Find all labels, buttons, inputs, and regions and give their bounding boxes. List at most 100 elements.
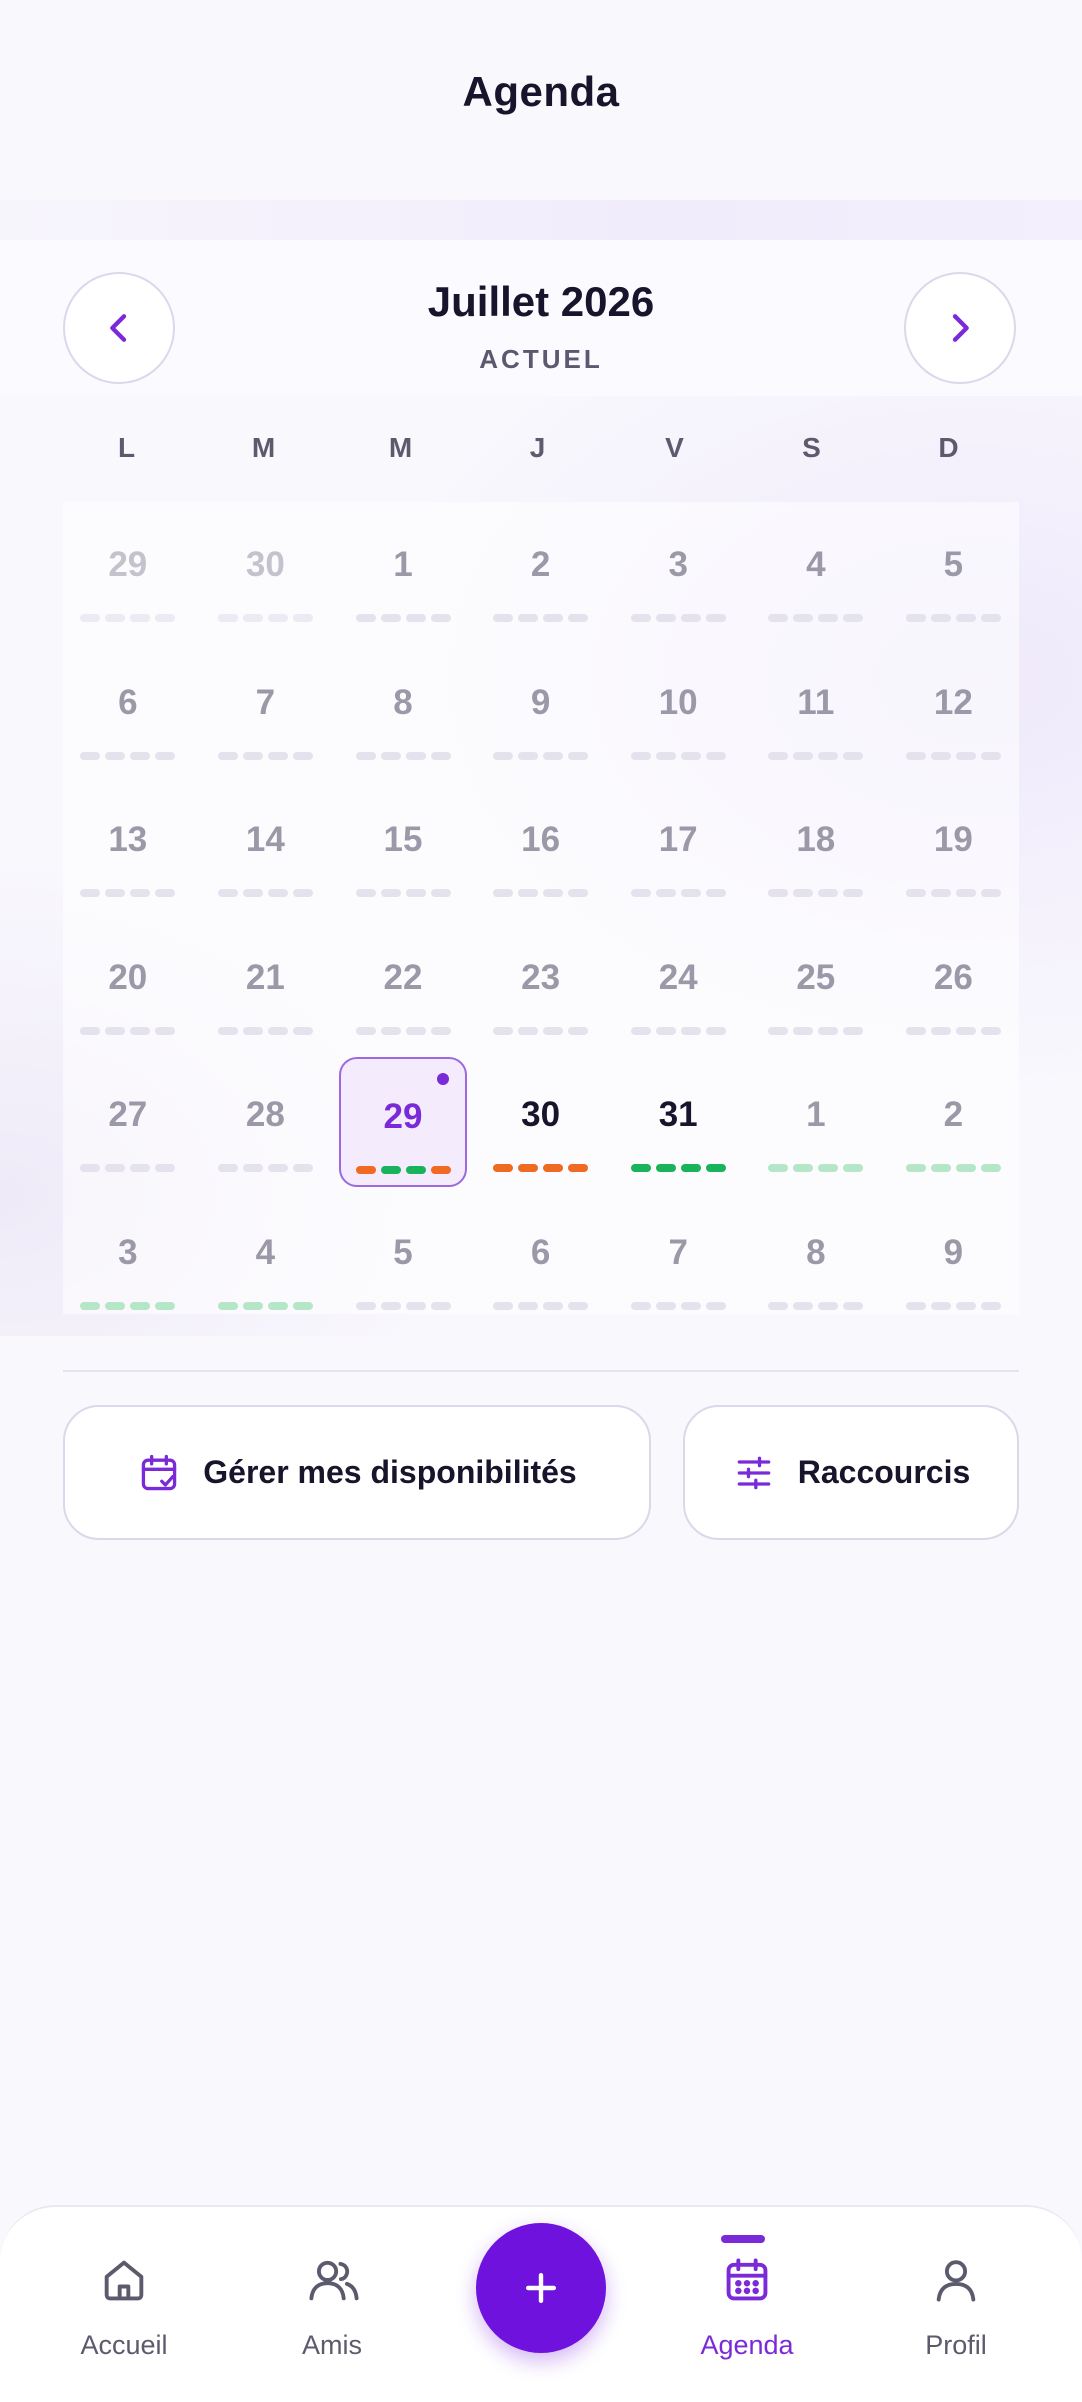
calendar-day[interactable]: 16 bbox=[477, 782, 605, 912]
calendar-day[interactable]: 8 bbox=[339, 645, 467, 775]
availability-slot bbox=[793, 889, 814, 897]
chevron-right-icon bbox=[952, 314, 969, 342]
calendar-day[interactable]: 15 bbox=[339, 782, 467, 912]
calendar-day[interactable]: 9 bbox=[477, 645, 605, 775]
availability-slot bbox=[380, 1026, 401, 1035]
availability-slot bbox=[568, 751, 589, 760]
availability-slots bbox=[201, 889, 329, 897]
availability-slot bbox=[905, 751, 926, 760]
availability-slot bbox=[843, 1026, 864, 1035]
weekday-label: L bbox=[117, 432, 136, 463]
next-month-button[interactable] bbox=[904, 272, 1016, 384]
availability-slot bbox=[630, 1026, 651, 1035]
calendar-day[interactable]: 20 bbox=[64, 920, 192, 1050]
calendar-day[interactable]: 6 bbox=[477, 1195, 605, 1325]
calendar-day[interactable]: 26 bbox=[889, 920, 1017, 1050]
calendar-day[interactable]: 3 bbox=[64, 1195, 192, 1325]
availability-slot bbox=[405, 614, 426, 622]
day-number: 8 bbox=[393, 682, 413, 722]
calendar-day[interactable]: 8 bbox=[752, 1195, 880, 1325]
calendar-day[interactable]: 23 bbox=[477, 920, 605, 1050]
weekday-label: D bbox=[938, 432, 959, 463]
availability-slot bbox=[630, 1164, 651, 1172]
day-number: 30 bbox=[245, 545, 285, 584]
calendar-day[interactable]: 5 bbox=[339, 1195, 467, 1325]
availability-slot bbox=[242, 889, 263, 897]
calendar-day[interactable]: 29 bbox=[64, 507, 192, 637]
availability-slots bbox=[889, 1164, 1017, 1172]
availability-slots bbox=[64, 1026, 192, 1035]
availability-slot bbox=[493, 1026, 514, 1035]
availability-slot bbox=[980, 751, 1001, 760]
tab-friends[interactable]: Amis bbox=[242, 2254, 422, 2364]
availability-slot bbox=[680, 614, 701, 622]
availability-slot bbox=[818, 889, 839, 897]
calendar-day[interactable]: 11 bbox=[752, 645, 880, 775]
calendar-day[interactable]: 30 bbox=[477, 1057, 605, 1187]
day-number: 4 bbox=[806, 545, 826, 584]
weekday-label: S bbox=[802, 432, 821, 463]
calendar-day[interactable]: 10 bbox=[614, 645, 742, 775]
calendar-day[interactable]: 2 bbox=[477, 507, 605, 637]
calendar-day[interactable]: 14 bbox=[201, 782, 329, 912]
calendar-day[interactable]: 7 bbox=[201, 645, 329, 775]
availability-slots bbox=[752, 1301, 880, 1310]
availability-slot bbox=[518, 614, 539, 622]
calendar-day[interactable]: 18 bbox=[752, 782, 880, 912]
availability-slot bbox=[80, 889, 101, 897]
calendar-day[interactable]: 28 bbox=[201, 1057, 329, 1187]
calendar-day[interactable]: 31 bbox=[614, 1057, 742, 1187]
tab-agenda-label: Agenda bbox=[700, 2330, 794, 2360]
calendar-day-today[interactable]: 29 bbox=[339, 1057, 467, 1187]
availability-slot bbox=[930, 1026, 951, 1035]
calendar-day[interactable]: 6 bbox=[64, 645, 192, 775]
availability-slot bbox=[105, 1164, 126, 1172]
calendar-day[interactable]: 4 bbox=[201, 1195, 329, 1325]
tab-agenda[interactable]: Agenda bbox=[657, 2235, 837, 2364]
calendar-day[interactable]: 25 bbox=[752, 920, 880, 1050]
calendar-day[interactable]: 5 bbox=[889, 507, 1017, 637]
day-number: 19 bbox=[933, 820, 973, 859]
tab-home[interactable]: Accueil bbox=[34, 2254, 214, 2364]
calendar-day[interactable]: 2 bbox=[889, 1057, 1017, 1187]
availability-slot bbox=[568, 614, 589, 622]
availability-slot bbox=[980, 1301, 1001, 1310]
day-number: 29 bbox=[108, 545, 148, 584]
calendar-day[interactable]: 3 bbox=[614, 507, 742, 637]
calendar-day[interactable]: 24 bbox=[614, 920, 742, 1050]
day-number: 24 bbox=[658, 957, 698, 997]
day-number: 9 bbox=[943, 1232, 964, 1272]
day-number: 14 bbox=[245, 820, 285, 859]
calendar-day[interactable]: 27 bbox=[64, 1057, 192, 1187]
calendar-day[interactable]: 7 bbox=[614, 1195, 742, 1325]
availability-slot bbox=[568, 1301, 589, 1310]
calendar-day[interactable]: 1 bbox=[752, 1057, 880, 1187]
calendar-day[interactable]: 19 bbox=[889, 782, 1017, 912]
availability-slots bbox=[201, 751, 329, 760]
calendar-day[interactable]: 12 bbox=[889, 645, 1017, 775]
calendar-day[interactable]: 4 bbox=[752, 507, 880, 637]
calendar-day[interactable]: 17 bbox=[614, 782, 742, 912]
availability-slot bbox=[355, 1301, 376, 1310]
calendar-day[interactable]: 30 bbox=[201, 507, 329, 637]
availability-slot bbox=[430, 1166, 451, 1174]
availability-slots bbox=[477, 1164, 605, 1172]
shortcuts-button[interactable]: Raccourcis bbox=[683, 1405, 1019, 1540]
calendar-day[interactable]: 13 bbox=[64, 782, 192, 912]
calendar-day[interactable]: 22 bbox=[339, 920, 467, 1050]
day-number: 6 bbox=[530, 1232, 551, 1272]
calendar-day[interactable]: 21 bbox=[201, 920, 329, 1050]
tab-profile[interactable]: Profil bbox=[866, 2254, 1046, 2364]
availability-slot bbox=[105, 889, 126, 897]
availability-slot bbox=[355, 889, 376, 897]
availability-slot bbox=[543, 614, 564, 622]
availability-slot bbox=[130, 1301, 151, 1310]
calendar-day[interactable]: 9 bbox=[889, 1195, 1017, 1325]
weekday-label: M bbox=[388, 432, 413, 463]
availability-slots bbox=[201, 1026, 329, 1035]
availability-slots bbox=[614, 614, 742, 622]
manage-availability-button[interactable]: Gérer mes disponibilités bbox=[63, 1405, 651, 1540]
availability-slots bbox=[614, 1026, 742, 1035]
calendar-day[interactable]: 1 bbox=[339, 507, 467, 637]
add-button[interactable] bbox=[476, 2223, 606, 2353]
